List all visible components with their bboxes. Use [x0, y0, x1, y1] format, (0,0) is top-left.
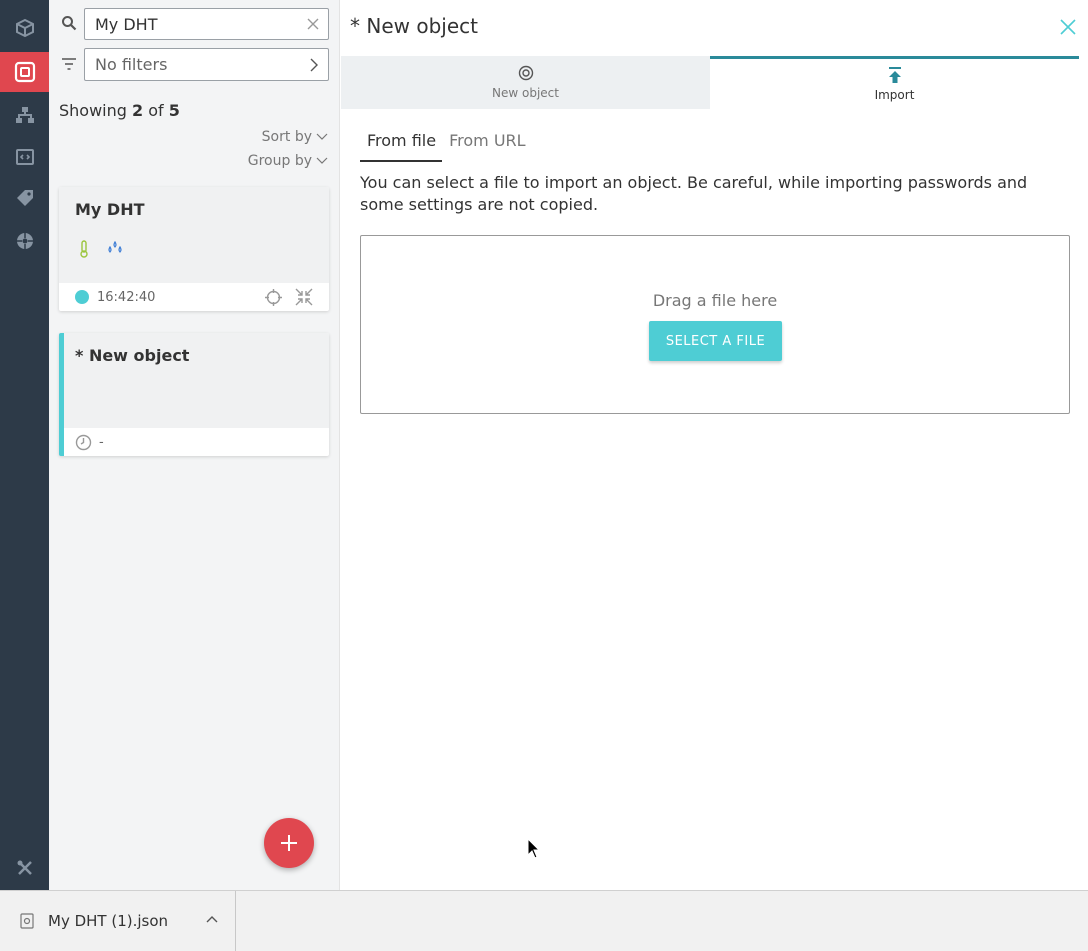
card-footer: 16:42:40	[59, 283, 329, 311]
object-list-panel: My DHT No filters Showing 2 of 5 Sort by…	[49, 0, 340, 890]
import-description: You can select a file to import an objec…	[360, 173, 1028, 214]
card-time: -	[99, 434, 104, 450]
object-card-selected[interactable]: * New object -	[59, 333, 329, 456]
object-editor-panel: * New object New object Import From file…	[341, 0, 1088, 890]
select-file-button[interactable]: SELECT A FILE	[649, 321, 782, 361]
status-dot	[75, 290, 89, 304]
chevron-up-icon[interactable]	[206, 915, 218, 923]
showing-of: of	[148, 101, 164, 120]
locate-icon[interactable]	[265, 289, 282, 306]
chevron-down-icon	[316, 157, 328, 164]
dropzone-text: Drag a file here	[652, 291, 778, 310]
clock-icon	[75, 434, 92, 450]
card-title: My DHT	[75, 200, 145, 219]
humidity-icon	[108, 241, 122, 253]
tab-from-url[interactable]: From URL	[442, 127, 531, 162]
import-source-tabs: From file From URL	[360, 127, 532, 162]
group-by-dropdown[interactable]: Group by	[248, 153, 328, 169]
rail-item-enums[interactable]	[0, 178, 49, 218]
collapse-icon[interactable]	[295, 288, 313, 306]
search-input[interactable]: My DHT	[84, 8, 329, 40]
filter-selector[interactable]: No filters	[84, 48, 329, 81]
card-time: 16:42:40	[97, 289, 156, 305]
card-footer: -	[64, 428, 329, 456]
card-title: * New object	[75, 346, 190, 365]
plus-icon	[281, 835, 297, 851]
result-count: Showing 2 of 5	[59, 101, 180, 120]
showing-label: Showing	[59, 101, 127, 120]
search-input-value: My DHT	[95, 14, 158, 34]
sort-by-label: Sort by	[261, 129, 312, 145]
filter-icon	[62, 58, 76, 70]
rail-item-scripts[interactable]	[0, 137, 49, 177]
chevron-right-icon	[310, 58, 318, 72]
upload-icon	[888, 66, 901, 83]
showing-total: 5	[168, 101, 180, 120]
mode-tabs: New object Import	[341, 56, 1079, 109]
tab-label: Import	[874, 87, 915, 102]
sort-by-dropdown[interactable]: Sort by	[262, 129, 328, 145]
object-icon	[14, 61, 35, 83]
tools-icon	[17, 860, 32, 875]
showing-count: 2	[132, 101, 144, 120]
rail-item-admin[interactable]	[0, 848, 49, 888]
download-item[interactable]: My DHT (1).json	[0, 891, 236, 951]
tab-import[interactable]: Import	[710, 56, 1079, 109]
download-bar: My DHT (1).json	[0, 890, 1088, 951]
tab-label: New object	[492, 86, 559, 100]
file-dropzone[interactable]: Drag a file here SELECT A FILE	[360, 235, 1070, 414]
add-object-button[interactable]	[264, 818, 314, 868]
tag-icon	[16, 190, 33, 206]
rail-item-network[interactable]	[0, 221, 49, 261]
clear-search-icon[interactable]	[306, 17, 320, 31]
close-icon[interactable]	[1060, 19, 1076, 35]
file-icon	[20, 913, 34, 929]
mouse-cursor-icon	[527, 838, 541, 859]
search-row: My DHT	[49, 8, 340, 40]
network-icon	[16, 233, 33, 249]
filter-row: No filters	[49, 48, 340, 81]
tab-new-object[interactable]: New object	[341, 56, 710, 109]
rail-item-states[interactable]	[0, 52, 49, 92]
search-icon	[62, 16, 77, 31]
filter-value: No filters	[95, 55, 168, 74]
rail-item-objects[interactable]	[0, 8, 49, 48]
object-card[interactable]: My DHT 16:42:40	[59, 187, 329, 311]
thermometer-icon	[80, 240, 88, 258]
code-icon	[15, 149, 34, 165]
tab-from-file[interactable]: From file	[360, 127, 443, 162]
download-filename: My DHT (1).json	[48, 912, 169, 930]
group-by-label: Group by	[247, 153, 312, 169]
card-body: My DHT	[59, 187, 329, 283]
page-title: * New object	[350, 14, 478, 38]
cube-icon	[15, 18, 34, 38]
rail-item-hierarchy[interactable]	[0, 95, 49, 135]
chevron-down-icon	[316, 133, 328, 140]
card-body: * New object	[64, 333, 329, 428]
hierarchy-icon	[15, 107, 34, 123]
icon-rail	[0, 0, 49, 890]
target-icon	[518, 65, 533, 81]
